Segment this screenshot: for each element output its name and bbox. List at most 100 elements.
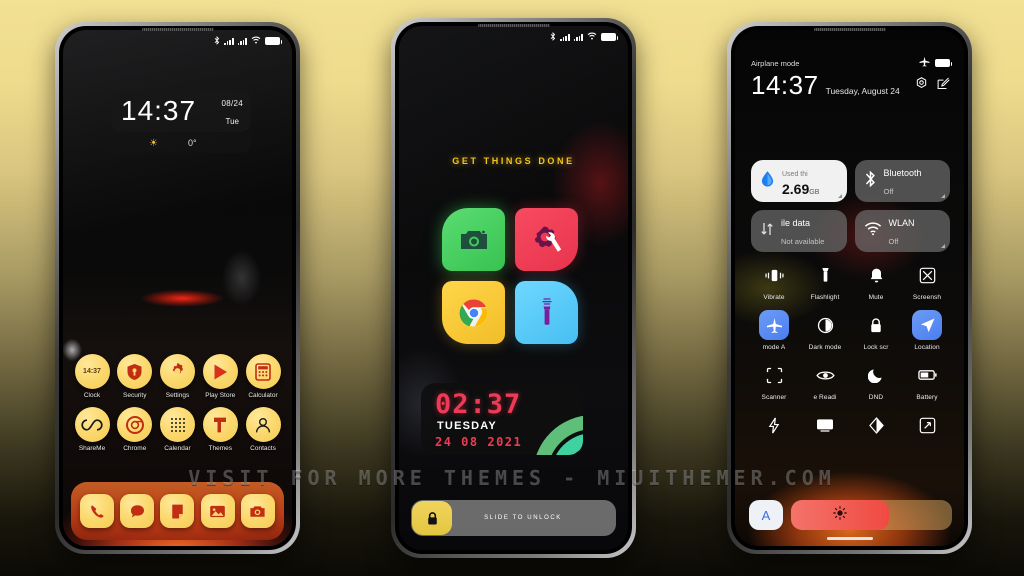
moon-icon [861,360,891,390]
app-label: ShareMe [78,445,106,452]
weather-widget[interactable]: ☀ 0° [111,133,251,153]
weather-temperature: 0° [187,138,197,148]
dock-item-camera[interactable] [240,494,275,528]
signal-icon [560,33,570,41]
qs-dnd[interactable]: DND [851,360,901,401]
qs-label: Mute [868,294,884,301]
battery-icon [601,33,618,41]
app-play-store[interactable]: Play Store [199,354,241,399]
tile-mobile-data[interactable]: ile data Not available [751,210,847,252]
brightness-icon [833,505,847,525]
status-bar-1 [63,30,292,52]
app-calculator[interactable]: Calculator [242,354,284,399]
tile-bluetooth-state: Off [883,187,894,196]
qs-label: Dark mode [808,344,842,351]
dock [71,482,284,540]
qs-vibrate[interactable]: Vibrate [749,260,799,301]
app-shareme[interactable]: ShareMe [71,407,113,452]
qs-airplane-mode[interactable]: mode A [749,310,799,351]
app-contacts[interactable]: Contacts [242,407,284,452]
phone-2-screen: GET THINGS DONE 02:37 TUESDAY 24 08 2021… [399,26,628,550]
lock-icon [861,310,891,340]
qs-dark-mode[interactable]: Dark mode [800,310,850,351]
quick-settings-row-3: Scanner e Readi DND Battery [749,360,952,401]
tile-wlan-text: WLAN Off [889,213,915,250]
app-settings[interactable]: Settings [157,354,199,399]
signal-icon [573,33,583,41]
tile-mobile-data-text: ile data Not available [781,213,824,250]
calculator-icon [245,354,281,389]
tile-data-usage[interactable]: Used thi 2.69GB [751,160,847,202]
brightness-slider-fill [791,500,890,530]
app-label: Contacts [250,445,276,452]
qs-lightning[interactable] [749,410,799,444]
qs-label: Vibrate [763,294,785,301]
tile-data-unit: GB [809,189,820,196]
qs-lock-screen[interactable]: Lock scr [851,310,901,351]
app-themes[interactable]: Themes [199,407,241,452]
qs-screenshot[interactable]: Screensh [902,260,952,301]
quick-settings-row-4 [749,410,952,444]
app-chrome[interactable]: Chrome [114,407,156,452]
qs-flashlight[interactable]: Flashlight [800,260,850,301]
tile-settings[interactable] [515,208,578,271]
app-calendar[interactable]: Calendar [157,407,199,452]
wifi-icon [251,36,261,46]
mobile-data-icon [760,221,774,242]
tile-camera[interactable] [442,208,505,271]
qs-scanner[interactable]: Scanner [749,360,799,401]
dock-item-messages[interactable] [120,494,155,528]
calendar-icon [160,407,195,442]
qs-reading-mode[interactable]: e Readi [800,360,850,401]
brightness-slider[interactable] [791,500,952,530]
qs-mute[interactable]: Mute [851,260,901,301]
qs-battery-saver[interactable]: Battery [902,360,952,401]
dock-item-phone[interactable] [80,494,115,528]
home-indicator[interactable] [826,537,873,540]
tile-expand-corner[interactable] [837,194,842,198]
control-center-date: Tuesday, August 24 [825,86,900,96]
cast-icon [810,410,840,440]
signal-icon [237,37,247,45]
tile-wlan[interactable]: WLAN Off [854,210,950,252]
qs-contrast[interactable] [851,410,901,444]
clock-date-block: 08/24 Tue [221,93,243,129]
settings-gear-icon[interactable] [915,77,928,95]
camera-icon [250,505,265,517]
unlock-knob[interactable] [412,501,452,535]
tile-flashlight[interactable] [515,281,578,344]
tile-expand-corner[interactable] [941,194,945,198]
qs-cast[interactable] [800,410,850,444]
status-bar-2 [399,26,628,48]
app-clock[interactable]: 14:37 Clock [71,354,113,399]
slide-to-unlock[interactable]: SLIDE TO UNLOCK [411,500,616,536]
tile-bluetooth[interactable]: Bluetooth Off [854,160,950,202]
phone-2-body: GET THINGS DONE 02:37 TUESDAY 24 08 2021… [395,22,632,554]
edit-icon[interactable] [937,77,950,95]
tile-expand-corner[interactable] [941,244,945,248]
location-icon [912,310,942,340]
app-label: Chrome [123,445,147,452]
shareme-icon [74,407,110,442]
lockscreen-clock-widget[interactable]: 02:37 TUESDAY 24 08 2021 [421,383,583,455]
battery-icon [265,37,282,45]
app-security[interactable]: Security [114,354,156,399]
phone-device-2: GET THINGS DONE 02:37 TUESDAY 24 08 2021… [391,18,636,558]
dock-item-gallery[interactable] [200,494,235,528]
qs-location[interactable]: Location [902,310,952,351]
auto-brightness-button[interactable]: A [749,500,783,530]
tile-chrome[interactable] [442,281,505,344]
qs-fullscreen[interactable] [902,410,952,444]
app-label: Play Store [205,392,236,399]
app-label: Calculator [248,392,278,399]
app-label: Themes [208,445,232,452]
message-icon [130,504,144,517]
phone-device-3: Airplane mode 14:37 Tuesday, August 24 U… [727,22,972,554]
dock-item-notes[interactable] [160,494,195,528]
shield-icon [117,354,153,389]
lightning-icon [759,410,789,440]
clock-widget[interactable]: 14:37 08/24 Tue [111,90,251,132]
status-right-icons [919,54,952,72]
qs-label: Flashlight [810,294,840,301]
airplane-icon [919,54,930,72]
